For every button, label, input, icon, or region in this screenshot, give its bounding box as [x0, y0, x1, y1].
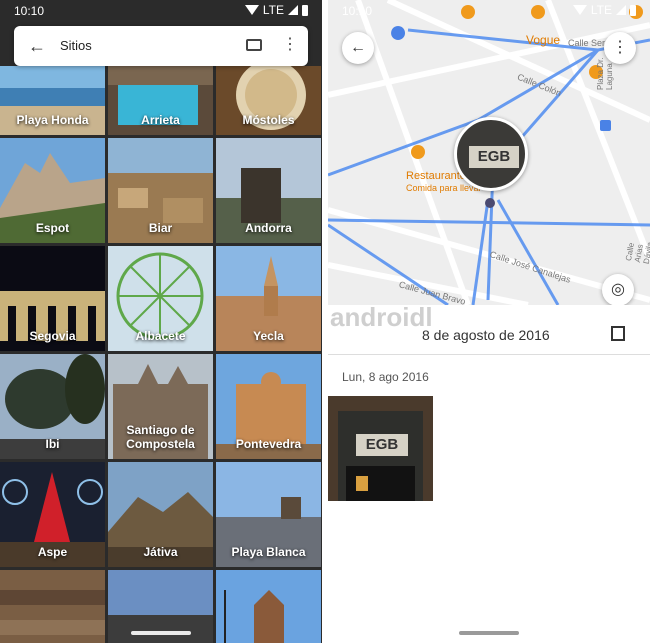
more-vert-icon[interactable]: ⋮ [282, 35, 298, 55]
place-label: Yecla [253, 329, 284, 343]
place-tile[interactable]: Móstoles [216, 66, 321, 135]
status-icons: LTE [572, 3, 636, 17]
place-tile[interactable]: Playa Blanca [216, 462, 321, 567]
place-tile[interactable]: Andorra [216, 138, 321, 243]
marker-sign: EGB [469, 146, 519, 168]
my-location-button[interactable]: ◎ [602, 274, 634, 305]
signal-icon [616, 5, 626, 15]
search-bar: ← Sitios ⋮ [14, 26, 308, 66]
my-location-icon: ◎ [611, 281, 625, 298]
date-title: 8 de agosto de 2016 [422, 327, 550, 343]
place-label: Ibi [45, 437, 60, 451]
place-label: Playa Honda [16, 113, 89, 127]
more-vert-icon: ⋮ [612, 39, 628, 56]
place-label: Albacete [135, 329, 186, 343]
place-label: Playa Blanca [231, 545, 306, 559]
place-tile[interactable]: Játiva [108, 462, 213, 567]
place-label: Andorra [245, 221, 292, 235]
place-tile[interactable]: Biar [108, 138, 213, 243]
status-bar: 10:10 LTE [0, 0, 322, 22]
nav-handle[interactable] [131, 631, 191, 635]
place-tile[interactable]: Espot [0, 138, 105, 243]
place-label: Segovia [29, 329, 76, 343]
battery-icon [630, 4, 636, 16]
place-label: Espot [35, 221, 70, 235]
wifi-icon [572, 5, 587, 15]
back-arrow-icon: ← [350, 39, 366, 56]
place-tile[interactable]: Santiago de Compostela [108, 354, 213, 459]
cast-icon[interactable] [246, 39, 262, 51]
place-label: Arrieta [141, 113, 180, 127]
status-bar: 10:10 LTE [328, 0, 650, 22]
places-screen: 10:10 LTE Playa Honda Arrieta Móstoles E… [0, 0, 322, 643]
watermark: androidl [330, 302, 433, 332]
photo-thumbnail[interactable]: EGB [328, 396, 433, 501]
photo-sign: EGB [356, 434, 408, 456]
place-photo [216, 570, 321, 643]
place-tile[interactable]: Aspe [0, 462, 105, 567]
nav-handle[interactable] [459, 631, 519, 635]
place-tile[interactable] [0, 570, 105, 643]
place-tile[interactable] [216, 570, 321, 643]
place-tile[interactable]: Yecla [216, 246, 321, 351]
place-tile[interactable]: Arrieta [108, 66, 213, 135]
status-time: 10:10 [342, 4, 373, 18]
map-icon[interactable] [611, 326, 625, 341]
status-time: 10:10 [14, 4, 45, 18]
back-button[interactable]: ← [342, 32, 374, 64]
place-tile[interactable]: Playa Honda [0, 66, 105, 135]
map-label-restaurant: Restaurante [406, 170, 466, 182]
place-tile[interactable]: Ibi [0, 354, 105, 459]
place-label: Pontevedra [235, 437, 302, 451]
place-detail-screen: Vogue Restaurante Comida para llevar Cal… [328, 0, 650, 643]
map-label-vogue: Vogue [526, 33, 561, 47]
place-label: Móstoles [242, 113, 295, 127]
more-options-button[interactable]: ⋮ [604, 32, 636, 64]
signal-icon [288, 5, 298, 15]
status-icons: LTE [244, 3, 308, 17]
map-street-label: Calle Arias Dávila [624, 241, 650, 265]
network-label: LTE [262, 3, 284, 17]
battery-icon [302, 4, 308, 16]
wifi-icon [244, 5, 259, 15]
map-view[interactable]: Vogue Restaurante Comida para llevar Cal… [328, 0, 650, 305]
back-arrow-icon[interactable]: ← [28, 36, 46, 56]
section-date: Lun, 8 ago 2016 [342, 370, 429, 384]
place-label: Biar [148, 221, 173, 235]
place-label: Játiva [143, 545, 178, 559]
place-label: Aspe [37, 545, 68, 559]
page-title: Sitios [60, 38, 92, 53]
place-tile[interactable]: Albacete [108, 246, 213, 351]
place-label: Santiago de Compostela [126, 423, 195, 451]
place-tile[interactable]: Pontevedra [216, 354, 321, 459]
network-label: LTE [590, 3, 612, 17]
place-tile[interactable]: Segovia [0, 246, 105, 351]
place-photo [0, 570, 105, 643]
photo-marker[interactable]: EGB [454, 117, 528, 191]
